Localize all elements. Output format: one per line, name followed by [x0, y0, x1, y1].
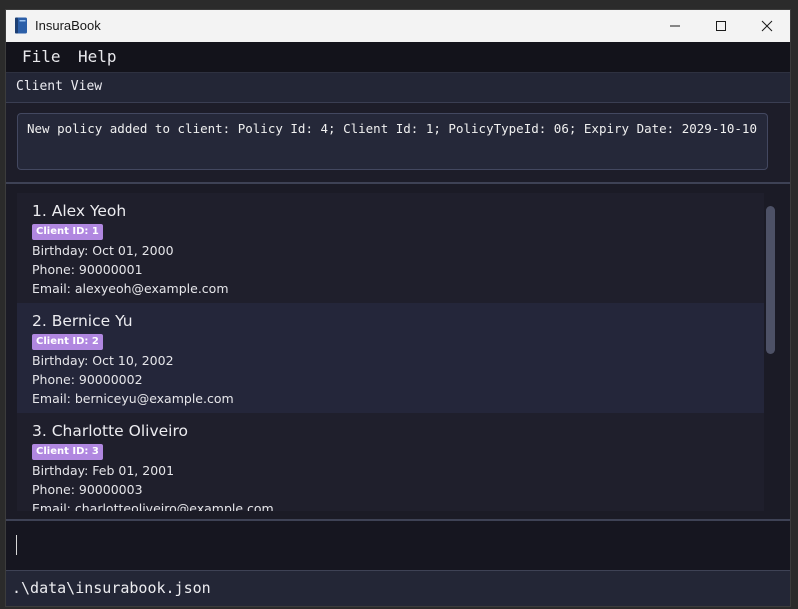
minimize-button[interactable] [652, 10, 698, 42]
status-bar: .\data\insurabook.json [6, 571, 790, 606]
client-id-badge: Client ID: 2 [32, 334, 103, 350]
client-name: 1. Alex Yeoh [32, 202, 127, 220]
view-header: Client View [6, 73, 790, 103]
menu-bar: File Help [6, 42, 790, 73]
result-display[interactable]: New policy added to client: Policy Id: 4… [17, 113, 768, 170]
client-phone: Phone: 90000003 [32, 482, 143, 497]
maximize-icon [716, 21, 726, 31]
client-email: Email: charlotteoliveiro@example.com [32, 501, 274, 511]
result-message: New policy added to client: Policy Id: 4… [27, 121, 757, 136]
window-title: InsuraBook [35, 18, 101, 33]
book-icon [14, 17, 28, 34]
client-card[interactable]: 1. Alex Yeoh Client ID: 1 Birthday: Oct … [17, 193, 764, 303]
client-card[interactable]: 3. Charlotte Oliveiro Client ID: 3 Birth… [17, 413, 764, 511]
result-panel: New policy added to client: Policy Id: 4… [6, 103, 790, 184]
list-scrollbar[interactable] [766, 206, 776, 522]
client-birthday: Birthday: Oct 10, 2002 [32, 353, 174, 368]
client-name: 2. Bernice Yu [32, 312, 133, 330]
client-list[interactable]: 1. Alex Yeoh Client ID: 1 Birthday: Oct … [17, 193, 764, 511]
client-birthday: Birthday: Feb 01, 2001 [32, 463, 175, 478]
client-list-panel: 1. Alex Yeoh Client ID: 1 Birthday: Oct … [6, 184, 790, 521]
title-bar[interactable]: InsuraBook [6, 10, 790, 42]
maximize-button[interactable] [698, 10, 744, 42]
client-email: Email: alexyeoh@example.com [32, 281, 229, 296]
client-email: Email: berniceyu@example.com [32, 391, 234, 406]
scrollbar-thumb[interactable] [766, 206, 775, 354]
close-icon [761, 20, 773, 32]
command-input[interactable] [10, 525, 784, 565]
menu-file[interactable]: File [22, 47, 61, 66]
client-card[interactable]: 2. Bernice Yu Client ID: 2 Birthday: Oct… [17, 303, 764, 413]
client-phone: Phone: 90000001 [32, 262, 143, 277]
text-caret [16, 535, 17, 555]
client-birthday: Birthday: Oct 01, 2000 [32, 243, 174, 258]
close-button[interactable] [744, 10, 790, 42]
menu-help[interactable]: Help [78, 47, 117, 66]
client-phone: Phone: 90000002 [32, 372, 143, 387]
data-file-path: .\data\insurabook.json [12, 579, 211, 597]
minimize-icon [670, 25, 680, 27]
client-id-badge: Client ID: 3 [32, 444, 103, 460]
app-window: InsuraBook File Help Client View New pol… [6, 10, 790, 606]
client-name: 3. Charlotte Oliveiro [32, 422, 188, 440]
command-area [6, 521, 790, 571]
view-label: Client View [16, 79, 103, 94]
client-id-badge: Client ID: 1 [32, 224, 103, 240]
